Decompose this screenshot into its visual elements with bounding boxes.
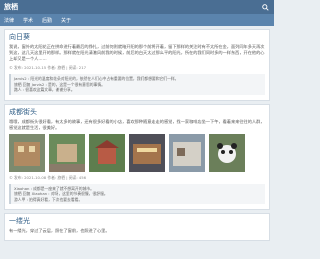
post-card: 成都街头 哦哦，成都街头很好看，有太多的故事，还有很多好看的小店，喜欢那种随意走… bbox=[4, 103, 270, 210]
post-title[interactable]: 向日葵 bbox=[9, 33, 265, 41]
post-intro: 我说，窗外的太阳花正在拼命进行着最后的挣扎，过前何则就暗开阳的那个前将开着，留下… bbox=[9, 44, 265, 61]
comment: 路人 : 很喜欢这篇文章，谢谢分享。 bbox=[14, 87, 75, 92]
post-title[interactable]: 成都街头 bbox=[9, 108, 265, 116]
nav-item[interactable]: 学术 bbox=[23, 17, 33, 24]
shop-photo[interactable] bbox=[129, 133, 165, 172]
building-photo[interactable] bbox=[9, 133, 45, 172]
site-logo[interactable]: 旅栖 bbox=[4, 2, 18, 12]
search-icon[interactable] bbox=[260, 2, 270, 12]
post-list: 向日葵 我说，窗外的太阳花正在拼命进行着最后的挣扎，过前何则就暗开阳的那个前将开… bbox=[0, 26, 274, 241]
post-intro: 有一缕光，穿过了云层，照在了窗前，也照进了心里。 bbox=[9, 228, 110, 233]
panda-photo[interactable] bbox=[209, 133, 245, 172]
photo-row bbox=[9, 133, 265, 172]
street-photo[interactable] bbox=[49, 133, 85, 172]
post-card: 向日葵 我说，窗外的太阳花正在拼命进行着最后的挣扎，过前何则就暗开阳的那个前将开… bbox=[4, 29, 270, 101]
top-bar: 旅栖 bbox=[0, 0, 274, 14]
comment: 游人甲 : 拍得真好看，下次也要去看看。 bbox=[14, 196, 83, 202]
temple-photo[interactable] bbox=[89, 133, 125, 172]
street-view-photo[interactable] bbox=[169, 133, 205, 172]
nav-item[interactable]: 后勤 bbox=[42, 17, 52, 24]
post-meta: © 发布: 2021-10-08 作者: 旅栖 | 阅读: 456 bbox=[9, 174, 87, 180]
nav-item[interactable]: 法律 bbox=[4, 17, 14, 24]
comment-block: Jarvis2 : 阳光的温度和花朵对阳光的，依然在人们心中占有重要的位置，我们… bbox=[9, 74, 265, 95]
main-nav: 法律 学术 后勤 关于 bbox=[0, 14, 274, 26]
comment-block: Xiaohan : 成都是一座来了就不想离开的城市。 旅栖 回复 Xiaohan… bbox=[9, 183, 265, 204]
nav-item[interactable]: 关于 bbox=[61, 17, 71, 24]
post-title[interactable]: 一缕光 bbox=[9, 217, 265, 225]
post-intro: 哦哦，成都街头很好看，有太多的故事，还有很多好看的小店，喜欢那种随意走走的感觉，… bbox=[9, 118, 265, 130]
post-card: 一缕光 有一缕光，穿过了云层，照在了窗前，也照进了心里。 bbox=[4, 213, 270, 241]
post-meta: © 发布: 2021-10-15 作者: 旅栖 | 阅读: 217 bbox=[9, 65, 87, 70]
